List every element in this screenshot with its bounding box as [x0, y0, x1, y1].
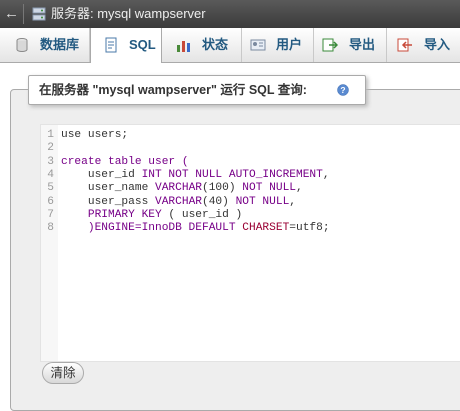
code-line: use users;: [61, 129, 128, 142]
code-text: ,: [289, 195, 297, 208]
panel-legend: 在服务器 "mysql wampserver" 运行 SQL 查询: ?: [28, 75, 366, 105]
code-text: (40): [202, 195, 236, 208]
sql-keyword: )ENGINE=InnoDB DEFAULT: [61, 222, 243, 235]
sql-keyword: NOT NULL: [235, 195, 290, 208]
import-icon: [397, 38, 412, 52]
tab-label: 数据库: [40, 37, 80, 52]
svg-text:?: ?: [340, 85, 345, 95]
code-text: ,: [296, 182, 303, 195]
line-number: 3: [47, 155, 54, 168]
code-text: use users;: [61, 129, 129, 141]
users-icon: [250, 39, 266, 51]
line-number: 2: [47, 142, 54, 155]
code-text: user_pass: [61, 195, 155, 208]
panel-legend-text: 在服务器 "mysql wampserver" 运行 SQL 查询:: [39, 83, 307, 97]
code-text: user_id: [61, 168, 142, 181]
sql-keyword: PRIMARY KEY: [61, 208, 169, 221]
export-icon: [322, 38, 338, 52]
tab-label: 导入: [424, 37, 451, 52]
tab-users[interactable]: 用户: [250, 28, 312, 62]
tab-import[interactable]: 导入: [397, 28, 457, 62]
line-number: 1: [47, 129, 54, 141]
sql-keyword: NOT NULL: [242, 182, 297, 195]
tab-label: 状态: [202, 37, 229, 52]
database-icon: [16, 38, 28, 52]
tab-label: SQL: [129, 37, 156, 52]
line-number: 8: [47, 222, 54, 235]
sql-icon: [105, 37, 117, 53]
line-number: 4: [47, 168, 54, 181]
code-line: PRIMARY KEY ( user_id ): [61, 209, 242, 222]
line-number: 7: [47, 208, 54, 221]
help-icon[interactable]: ?: [337, 84, 349, 96]
tab-divider: [386, 28, 387, 62]
back-arrow-icon[interactable]: ←: [4, 5, 19, 23]
tab-label: 用户: [276, 37, 303, 52]
code-line: )ENGINE=InnoDB DEFAULT CHARSET=utf8;: [61, 222, 330, 235]
line-number: 6: [47, 195, 54, 208]
code-line: user_name VARCHAR(100) NOT NULL,: [61, 182, 303, 195]
main-tabs: 数据库 SQL 状态 用户 导出 导入: [0, 28, 460, 63]
tab-label: 导出: [349, 37, 376, 52]
sql-keyword: CHARSET: [242, 222, 290, 235]
tab-status[interactable]: 状态: [176, 28, 240, 62]
server-icon: [32, 7, 46, 21]
tab-export[interactable]: 导出: [322, 28, 380, 62]
tab-databases[interactable]: 数据库: [14, 28, 86, 62]
sql-keyword: INT NOT NULL AUTO_INCREMENT: [141, 168, 323, 181]
clear-button[interactable]: 清除: [42, 362, 84, 384]
sql-keyword: VARCHAR: [155, 195, 202, 208]
code-line: user_id INT NOT NULL AUTO_INCREMENT,: [61, 169, 330, 182]
sql-editor[interactable]: 12345678 use users; create table user ( u…: [40, 124, 460, 362]
line-number-gutter: 12345678: [41, 125, 58, 361]
code-text: ( user_id ): [168, 208, 243, 221]
status-chart-icon: [177, 41, 190, 52]
code-text: user_name: [61, 182, 155, 195]
tab-divider: [313, 28, 314, 62]
code-line: create table user (: [61, 156, 189, 169]
breadcrumb-server[interactable]: 服务器: mysql wampserver: [51, 6, 206, 22]
code-line: user_pass VARCHAR(40) NOT NULL,: [61, 196, 296, 209]
title-separator: [23, 4, 24, 24]
sql-keyword: create table user (: [61, 155, 189, 168]
code-text: (100): [202, 182, 243, 195]
code-text: =utf8;: [289, 222, 330, 235]
line-number: 5: [47, 182, 54, 195]
code-text: ,: [322, 168, 330, 181]
tab-sql[interactable]: SQL: [90, 28, 162, 63]
title-bar: ← 服务器: mysql wampserver: [0, 0, 460, 28]
tab-divider: [241, 28, 242, 62]
sql-keyword: VARCHAR: [155, 182, 202, 195]
